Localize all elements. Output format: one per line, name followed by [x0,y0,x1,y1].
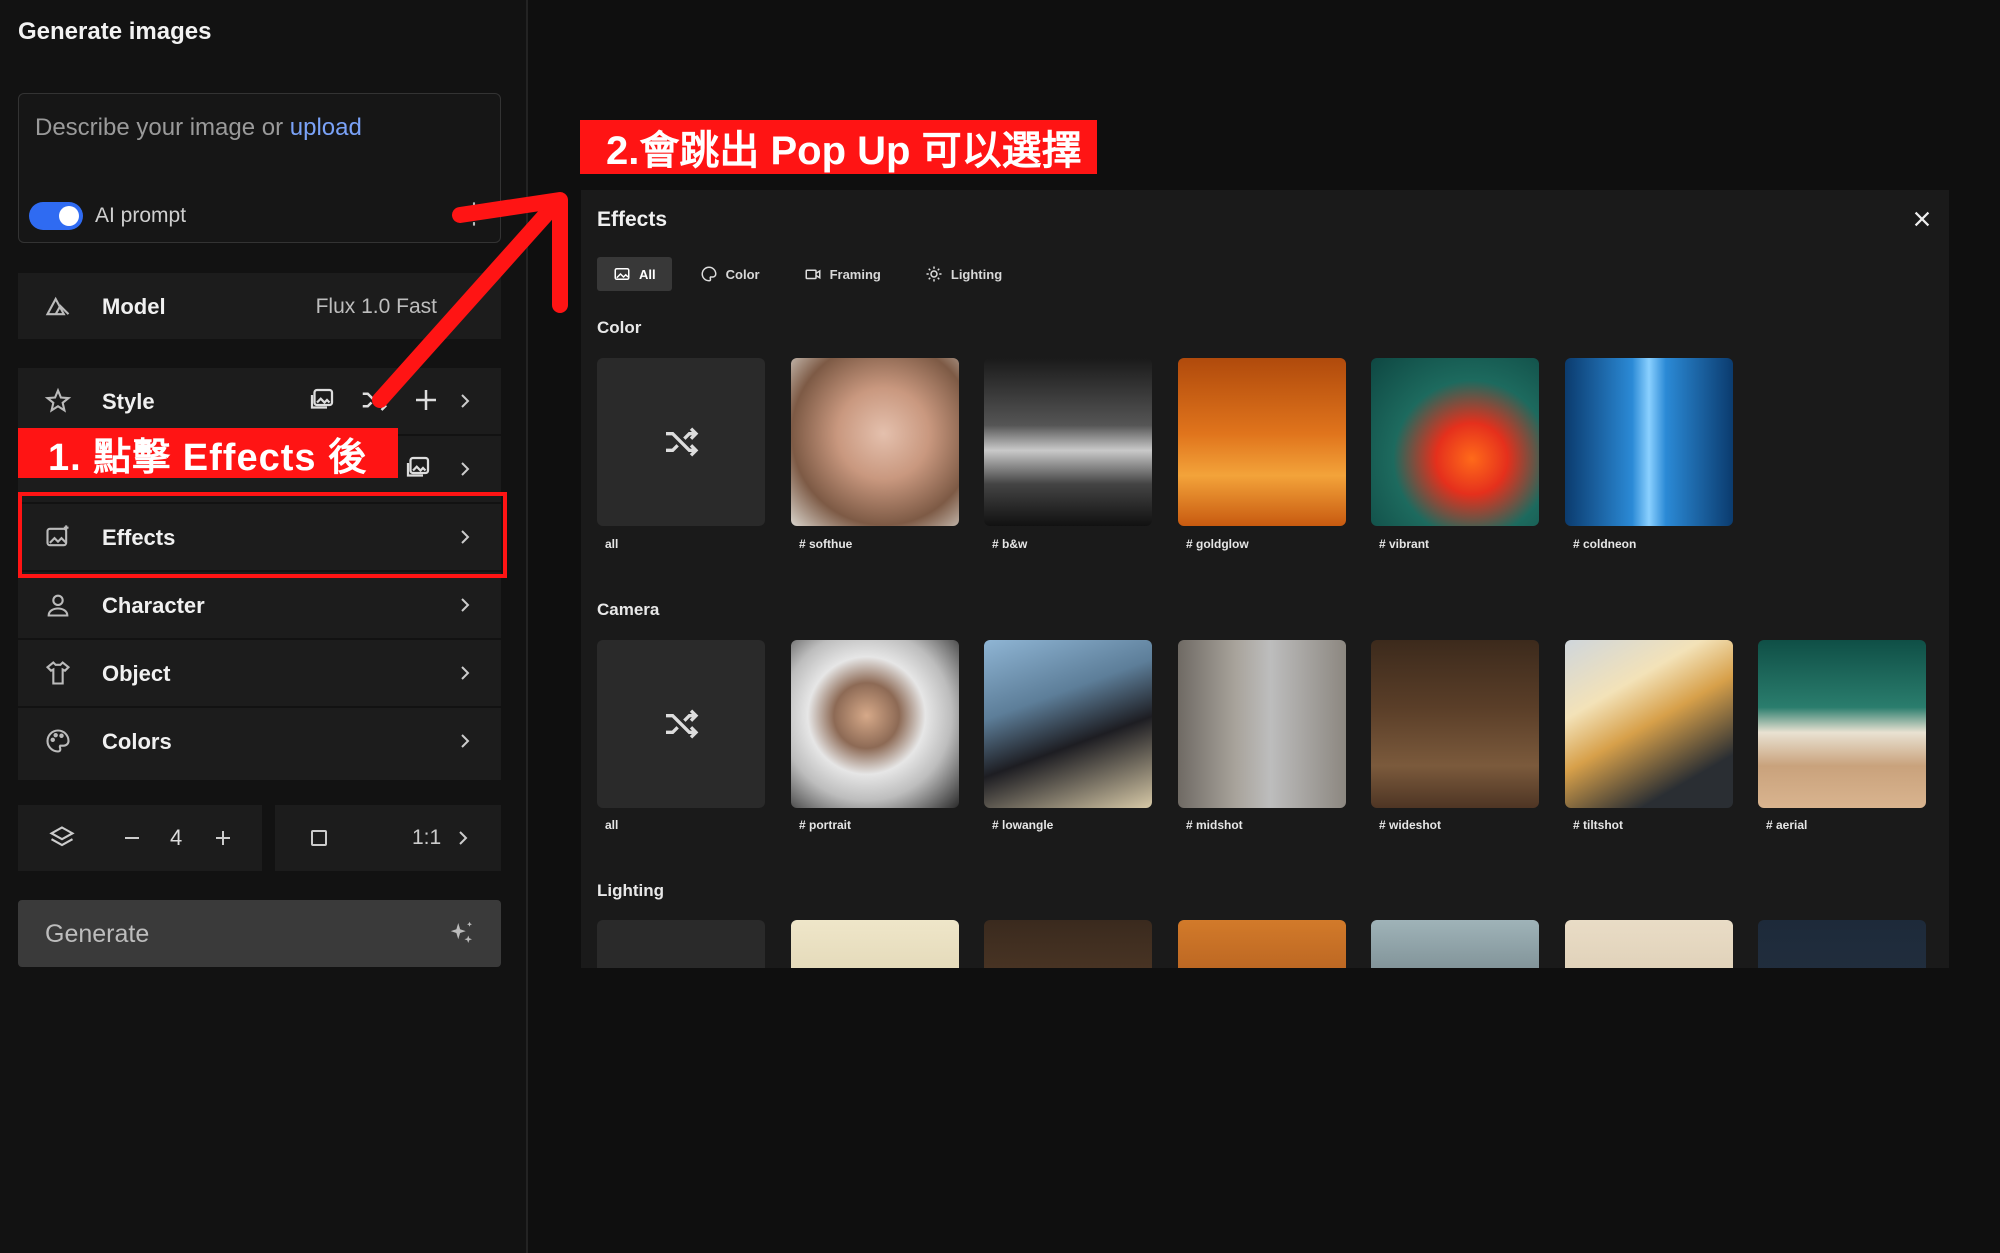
model-label: Model [102,294,166,319]
prompt-placeholder[interactable]: Describe your image or upload [35,114,362,142]
tile-label: # softhue [799,537,853,551]
tile-label: # portrait [799,818,852,832]
effect-tile-lighting-5[interactable] [1565,920,1733,968]
chevron-right-icon [461,598,470,612]
chevron-right-icon [461,666,470,680]
generate-label: Generate [45,920,150,948]
chevron-right-icon [461,734,470,748]
tab-framing[interactable]: Framing [788,257,897,291]
sun-icon [926,266,942,282]
effect-tile-lighting-3[interactable] [1178,920,1346,968]
tile-label: # tiltshot [1573,818,1623,832]
effect-tile-all[interactable] [597,640,765,808]
effect-tile-coldneon[interactable] [1565,358,1733,526]
sidebar-item-label: Character [102,593,205,618]
aspect-ratio-control[interactable]: 1:1 [275,805,501,871]
effect-tile-wideshot[interactable] [1371,640,1539,808]
layers-icon [49,826,75,847]
sidebar-item-colors[interactable]: Colors [18,708,501,774]
effect-tile-bw[interactable] [984,358,1152,526]
effect-tile-all[interactable] [597,920,765,968]
effect-tile-midshot[interactable] [1178,640,1346,808]
ai-prompt-label: AI prompt [95,204,187,227]
shuffle-icon [666,427,699,457]
tile-label: # aerial [1766,818,1808,832]
sidebar-item-label: Colors [102,729,172,754]
effect-tile-vibrant[interactable] [1371,358,1539,526]
ai-prompt-toggle[interactable] [29,202,83,230]
sidebar-item-character[interactable]: Character [18,572,501,638]
annotation-step2: 2.會跳出 Pop Up 可以選擇 [580,120,1097,174]
effect-tile-lowangle[interactable] [984,640,1152,808]
count-value: 4 [170,825,183,850]
tile-label: # coldneon [1573,537,1637,551]
filter-tabs: All Color Framing Lighting [597,257,1018,291]
tile-label: # wideshot [1379,818,1442,832]
sidebar-item-label: Style [102,389,155,414]
square-icon [311,830,327,846]
tab-color[interactable]: Color [684,257,776,291]
tile-label: all [605,537,619,551]
annotation-arrow [372,192,568,408]
palette-icon [46,729,70,753]
tile-label: # vibrant [1379,537,1430,551]
minus-icon[interactable] [120,826,144,850]
upload-link[interactable]: upload [290,114,362,141]
shuffle-icon [666,709,699,739]
effect-tile-softhue[interactable] [791,358,959,526]
image-icon [614,268,630,280]
shirt-icon [45,661,71,685]
tile-label: # lowangle [992,818,1054,832]
tab-label: Framing [829,266,881,282]
tile-label: # midshot [1186,818,1243,832]
effect-tile-goldglow[interactable] [1178,358,1346,526]
person-icon [47,594,69,617]
effects-modal: Effects All Color Framing Lighting Color… [581,190,1949,968]
aspect-ratio-value: 1:1 [412,826,442,849]
sidebar-item-object[interactable]: Object [18,640,501,706]
model-icon [45,296,70,316]
effect-tile-all[interactable] [597,358,765,526]
tab-label: Lighting [950,266,1003,282]
close-icon[interactable] [1911,208,1933,230]
annotation-step1: 1. 點擊 Effects 後 [18,428,398,479]
effect-tile-lighting-1[interactable] [791,920,959,968]
tile-label: # b&w [992,537,1028,551]
generate-button[interactable]: Generate [18,900,501,967]
effect-tile-portrait[interactable] [791,640,959,808]
count-control: 4 [18,805,262,871]
prompt-placeholder-text: Describe your image or [35,114,284,141]
sidebar-item-label: Object [102,661,171,686]
effect-tile-aerial[interactable] [1758,640,1926,808]
video-camera-icon [805,269,821,280]
section-title-lighting: Lighting [597,881,665,900]
effect-tile-lighting-2[interactable] [984,920,1152,968]
tile-label: all [605,818,619,832]
section-title-color: Color [597,318,642,337]
sparkle-icon [450,921,472,943]
section-title-camera: Camera [597,600,660,619]
chevron-right-icon [459,831,468,845]
chevron-right-icon [461,462,470,476]
image-stack-icon[interactable] [307,385,337,415]
effect-tile-lighting-4[interactable] [1371,920,1539,968]
image-stack-icon [406,456,430,477]
tab-lighting[interactable]: Lighting [909,257,1018,291]
modal-title: Effects [597,208,668,231]
app-title: Generate images [18,18,212,45]
effect-tile-lighting-6[interactable] [1758,920,1926,968]
tab-label: Color [725,266,760,282]
plus-icon[interactable] [211,826,235,850]
tab-label: All [639,266,656,282]
tab-all[interactable]: All [597,257,672,291]
tile-label: # goldglow [1186,537,1249,551]
palette-icon [701,266,717,282]
effect-tile-tiltshot[interactable] [1565,640,1733,808]
star-sparkle-icon [44,387,72,413]
effects-highlight-box [18,492,507,578]
